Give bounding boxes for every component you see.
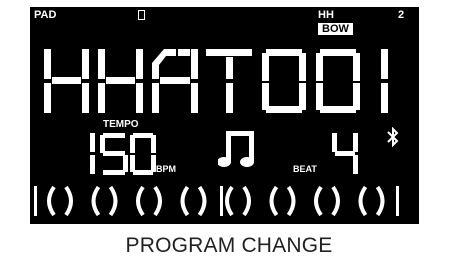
tempo-value-display [88, 131, 156, 177]
card-slot-icon [138, 10, 145, 20]
pad-label: PAD [34, 9, 57, 21]
beat-indicator-right [375, 185, 385, 217]
beat-indicator-right [331, 185, 340, 217]
beat-indicator-left [47, 185, 56, 217]
beat-indicator-right [242, 185, 251, 217]
beat-indicator-right [64, 185, 73, 217]
eighth-notes-icon [217, 127, 262, 176]
beat-label: BEAT [293, 164, 317, 174]
tempo-label: TEMPO [103, 119, 139, 130]
beat-value-display [330, 131, 360, 177]
beat-indicator-row [30, 182, 419, 225]
beat-indicator-left [269, 185, 279, 217]
beat-indicator-left [91, 185, 101, 217]
lcd-display: PAD HH BOW 2 TEMPO BPM BEAT [30, 7, 419, 224]
caption: PROGRAM CHANGE [125, 234, 333, 257]
beat-divider-middle [220, 186, 223, 216]
tempo-unit: BPM [156, 164, 176, 174]
beat-indicator-left [358, 185, 368, 217]
beat-indicator-right [197, 185, 207, 217]
beat-indicator-left [314, 185, 323, 217]
beat-indicator-left [136, 185, 145, 217]
beat-indicator-right [286, 185, 296, 217]
beat-indicator-right [108, 185, 118, 217]
pad-type-label: HH [318, 9, 334, 21]
beat-divider-start [34, 186, 37, 216]
articulation-badge: BOW [318, 23, 353, 35]
beat-divider-end [396, 186, 399, 216]
instrument-name-display [40, 45, 400, 117]
beat-indicator-left [225, 185, 234, 217]
beat-indicator-right [153, 185, 162, 217]
bluetooth-icon [386, 126, 400, 152]
beat-indicator-left [180, 185, 190, 217]
pad-number: 2 [398, 9, 405, 21]
